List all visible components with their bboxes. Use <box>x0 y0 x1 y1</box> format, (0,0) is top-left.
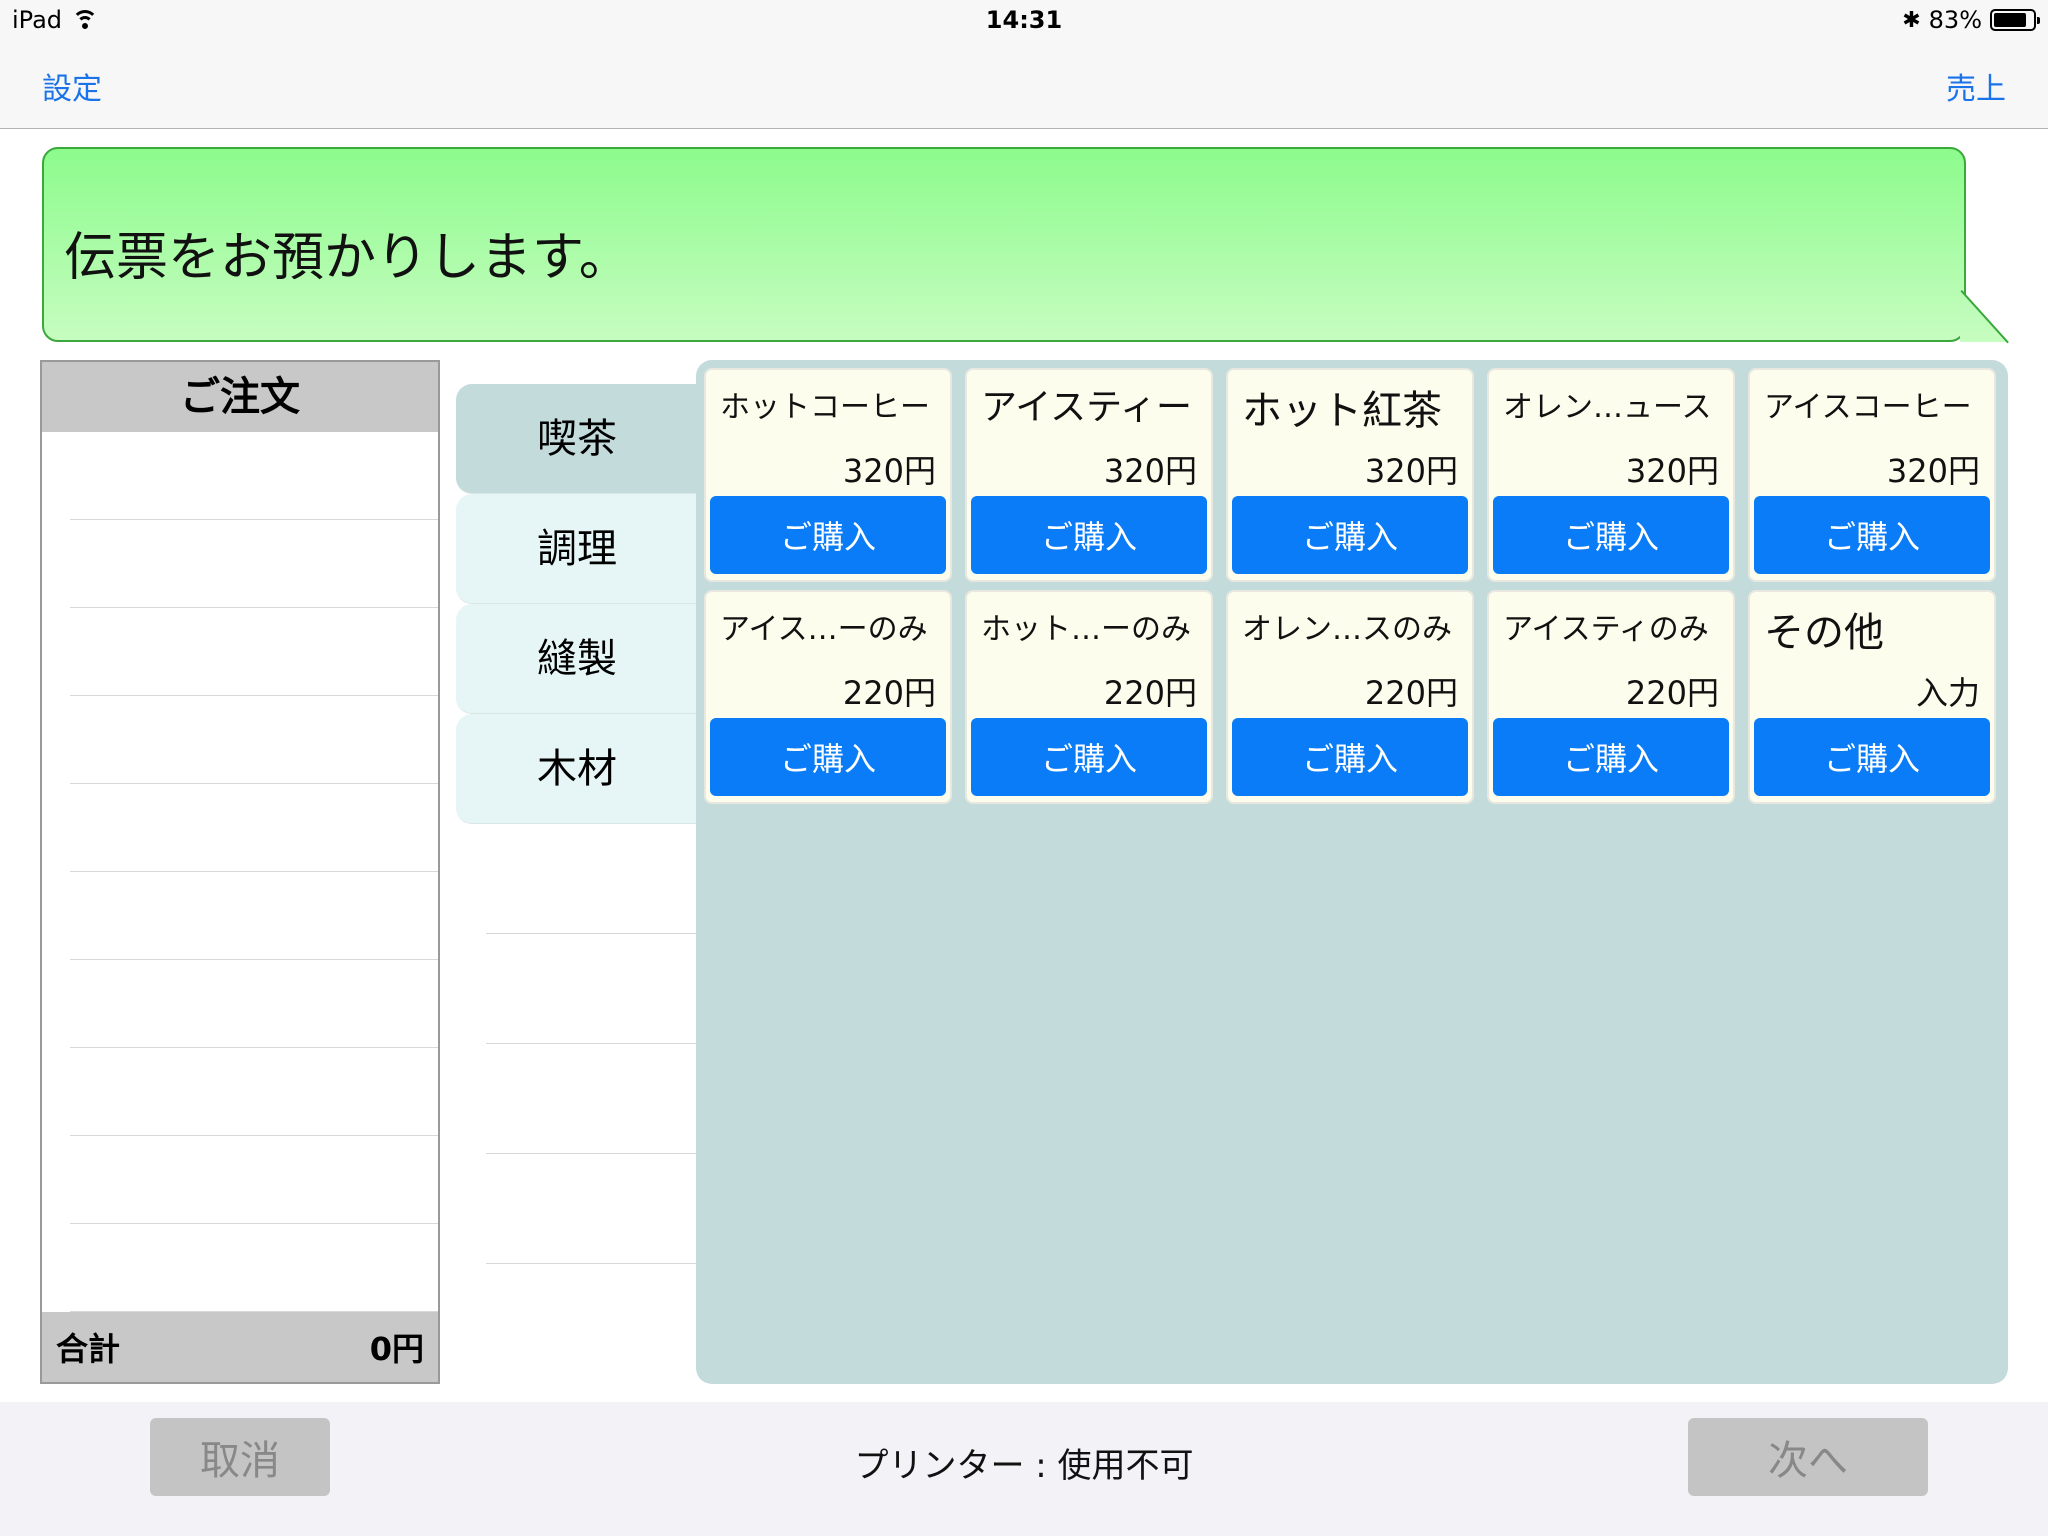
product-grid: ホットコーヒー 320円 ご購入 アイスティー 320円 ご購入 ホット紅茶 3… <box>696 360 2008 1384</box>
order-row <box>70 1048 438 1136</box>
clock: 14:31 <box>985 6 1063 34</box>
product-card: ホットコーヒー 320円 ご購入 <box>704 368 952 582</box>
product-price: 220円 <box>1364 674 1458 712</box>
buy-button[interactable]: ご購入 <box>1493 496 1729 574</box>
product-card: アイスティのみ 220円 ご購入 <box>1487 590 1735 804</box>
order-row <box>70 696 438 784</box>
product-name: アイス…ーのみ <box>720 612 928 647</box>
product-price: 320円 <box>1364 452 1458 490</box>
product-name: ホット紅茶 <box>1242 388 1442 434</box>
buy-button[interactable]: ご購入 <box>971 496 1207 574</box>
status-bar: iPad 14:31 ✱ 83% <box>0 0 2048 40</box>
total-label: 合計 <box>56 1330 121 1368</box>
order-list[interactable] <box>70 432 438 1312</box>
battery-level <box>1994 13 2026 27</box>
buy-button[interactable]: ご購入 <box>1754 718 1990 796</box>
message-text: 伝票をお預かりします。 <box>64 228 631 288</box>
category-empty-slot <box>486 824 698 934</box>
product-name: アイスティのみ <box>1503 612 1709 647</box>
product-card: ホット紅茶 320円 ご購入 <box>1226 368 1474 582</box>
navigation-bar: 設定 売上 <box>0 40 2048 129</box>
product-name: アイスティー <box>981 387 1192 428</box>
order-row <box>70 872 438 960</box>
order-total: 合計 0円 <box>42 1312 438 1382</box>
product-card: アイスティー 320円 ご購入 <box>965 368 1213 582</box>
product-name: オレン…スのみ <box>1242 612 1452 647</box>
product-name: その他 <box>1764 610 1884 656</box>
message-bubble: 伝票をお預かりします。 <box>42 147 1966 342</box>
product-price: 320円 <box>1625 452 1719 490</box>
order-title: ご注文 <box>42 362 438 432</box>
battery-percent: 83% <box>1928 6 1982 34</box>
order-row <box>70 520 438 608</box>
product-input-label: 入力 <box>1915 674 1980 712</box>
total-value: 0円 <box>369 1330 424 1368</box>
product-name: オレン…ュース <box>1503 390 1712 425</box>
bottom-toolbar: 取消 プリンター : 使用不可 次へ <box>0 1402 2048 1536</box>
category-tabs: 喫茶 調理 縫製 木材 <box>456 384 698 1264</box>
sales-button[interactable]: 売上 <box>1946 64 2006 108</box>
product-card: アイスコーヒー 320円 ご購入 <box>1748 368 1996 582</box>
product-price: 320円 <box>842 452 936 490</box>
product-price: 220円 <box>842 674 936 712</box>
product-name: アイスコーヒー <box>1764 390 1972 425</box>
order-row <box>70 1224 438 1312</box>
order-row <box>70 960 438 1048</box>
category-empty-slot <box>486 934 698 1044</box>
category-empty-slot <box>486 1154 698 1264</box>
product-card: その他 入力 ご購入 <box>1748 590 1996 804</box>
status-right: ✱ 83% <box>1902 6 2040 34</box>
buy-button[interactable]: ご購入 <box>1754 496 1990 574</box>
order-row <box>70 432 438 520</box>
category-tab-kissa[interactable]: 喫茶 <box>456 384 698 494</box>
product-card: ホット…ーのみ 220円 ご購入 <box>965 590 1213 804</box>
category-tab-mokuzai[interactable]: 木材 <box>456 714 698 824</box>
battery-icon <box>1990 9 2040 31</box>
order-row <box>70 784 438 872</box>
product-price: 220円 <box>1103 674 1197 712</box>
product-price: 220円 <box>1625 674 1719 712</box>
buy-button[interactable]: ご購入 <box>710 496 946 574</box>
category-tab-housei[interactable]: 縫製 <box>456 604 698 714</box>
buy-button[interactable]: ご購入 <box>710 718 946 796</box>
product-card: オレン…スのみ 220円 ご購入 <box>1226 590 1474 804</box>
order-row <box>70 608 438 696</box>
product-card: オレン…ュース 320円 ご購入 <box>1487 368 1735 582</box>
product-name: ホット…ーのみ <box>981 612 1191 647</box>
category-empty-slot <box>486 1044 698 1154</box>
product-price: 320円 <box>1886 452 1980 490</box>
category-tab-chouri[interactable]: 調理 <box>456 494 698 604</box>
bluetooth-icon: ✱ <box>1902 7 1921 33</box>
buy-button[interactable]: ご購入 <box>1232 718 1468 796</box>
next-button[interactable]: 次へ <box>1688 1418 1928 1496</box>
product-name: ホットコーヒー <box>720 390 930 425</box>
buy-button[interactable]: ご購入 <box>1232 496 1468 574</box>
settings-button[interactable]: 設定 <box>42 64 102 108</box>
order-row <box>70 1136 438 1224</box>
order-panel: ご注文 合計 0円 <box>40 360 440 1384</box>
product-card: アイス…ーのみ 220円 ご購入 <box>704 590 952 804</box>
buy-button[interactable]: ご購入 <box>1493 718 1729 796</box>
product-price: 320円 <box>1103 452 1197 490</box>
buy-button[interactable]: ご購入 <box>971 718 1207 796</box>
